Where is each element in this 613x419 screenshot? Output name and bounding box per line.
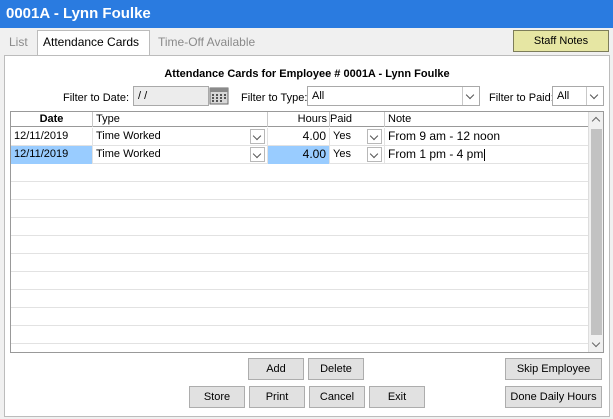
attendance-grid: Date Type Hours Paid Note 12/11/2019 Tim… [10, 111, 604, 353]
attendance-cards-panel: Attendance Cards for Employee # 0001A - … [4, 55, 610, 417]
text-cursor [484, 148, 486, 161]
exit-button[interactable]: Exit [369, 386, 425, 408]
table-row[interactable]: 12/11/2019 Time Worked 4.00 Yes From 1 p… [11, 146, 588, 164]
cell-date[interactable]: 12/11/2019 [11, 146, 93, 164]
staff-notes-button[interactable]: Staff Notes [513, 30, 609, 52]
tab-list[interactable]: List [4, 31, 33, 55]
column-note[interactable]: Note [385, 112, 588, 127]
filter-paid-label: Filter to Paid: [489, 92, 554, 104]
cell-type[interactable]: Time Worked [93, 146, 268, 164]
print-button[interactable]: Print [249, 386, 305, 408]
empty-row[interactable] [11, 164, 588, 182]
cell-note[interactable]: From 9 am - 12 noon [385, 128, 588, 146]
scroll-up-icon[interactable] [589, 112, 603, 127]
empty-row[interactable] [11, 272, 588, 290]
cell-hours[interactable]: 4.00 [268, 146, 330, 164]
column-date[interactable]: Date [11, 112, 93, 127]
filter-type-select[interactable]: All [307, 86, 480, 106]
cell-paid-value: Yes [333, 148, 351, 160]
empty-row[interactable] [11, 326, 588, 344]
grid-header: Date Type Hours Paid Note [11, 112, 588, 127]
cell-type-value: Time Worked [96, 130, 161, 142]
done-daily-hours-button[interactable]: Done Daily Hours [505, 386, 602, 408]
chevron-down-icon[interactable] [367, 129, 382, 144]
window-title: 0001A - Lynn Foulke [0, 0, 613, 28]
tab-time-off-available[interactable]: Time-Off Available [153, 31, 260, 55]
filter-type-value: All [312, 90, 325, 102]
empty-row[interactable] [11, 254, 588, 272]
cell-type-value: Time Worked [96, 148, 161, 160]
table-row[interactable]: 12/11/2019 Time Worked 4.00 Yes From 9 a… [11, 128, 588, 146]
filter-date-label: Filter to Date: [63, 92, 130, 104]
calendar-icon[interactable] [208, 86, 230, 106]
column-paid[interactable]: Paid [330, 112, 385, 127]
tab-attendance-cards[interactable]: Attendance Cards [37, 30, 150, 56]
scroll-down-icon[interactable] [589, 337, 603, 352]
scrollbar-thumb[interactable] [591, 129, 602, 335]
filter-paid-value: All [557, 90, 570, 102]
column-type[interactable]: Type [93, 112, 268, 127]
cell-paid[interactable]: Yes [330, 146, 385, 164]
cell-hours[interactable]: 4.00 [268, 128, 330, 146]
chevron-down-icon[interactable] [250, 147, 265, 162]
chevron-down-icon[interactable] [586, 87, 603, 105]
cell-note[interactable]: From 1 pm - 4 pm [385, 146, 588, 164]
chevron-down-icon[interactable] [250, 129, 265, 144]
page-heading: Attendance Cards for Employee # 0001A - … [164, 68, 450, 80]
empty-row[interactable] [11, 290, 588, 308]
chevron-down-icon[interactable] [367, 147, 382, 162]
filter-paid-select[interactable]: All [552, 86, 604, 106]
cell-type[interactable]: Time Worked [93, 128, 268, 146]
filter-date-input[interactable]: / / [133, 86, 209, 106]
cell-paid-value: Yes [333, 130, 351, 142]
add-button[interactable]: Add [248, 358, 304, 380]
delete-button[interactable]: Delete [308, 358, 364, 380]
cell-paid[interactable]: Yes [330, 128, 385, 146]
skip-employee-button[interactable]: Skip Employee [505, 358, 602, 380]
chevron-down-icon[interactable] [462, 87, 479, 105]
vertical-scrollbar[interactable] [588, 112, 603, 352]
empty-row[interactable] [11, 236, 588, 254]
column-hours[interactable]: Hours [268, 112, 330, 127]
filter-type-label: Filter to Type: [241, 92, 308, 104]
empty-row[interactable] [11, 308, 588, 326]
empty-row[interactable] [11, 218, 588, 236]
empty-row[interactable] [11, 200, 588, 218]
store-button[interactable]: Store [189, 386, 245, 408]
empty-row[interactable] [11, 182, 588, 200]
cancel-button[interactable]: Cancel [309, 386, 365, 408]
cell-date[interactable]: 12/11/2019 [11, 128, 93, 146]
cell-note-value: From 1 pm - 4 pm [388, 147, 484, 161]
